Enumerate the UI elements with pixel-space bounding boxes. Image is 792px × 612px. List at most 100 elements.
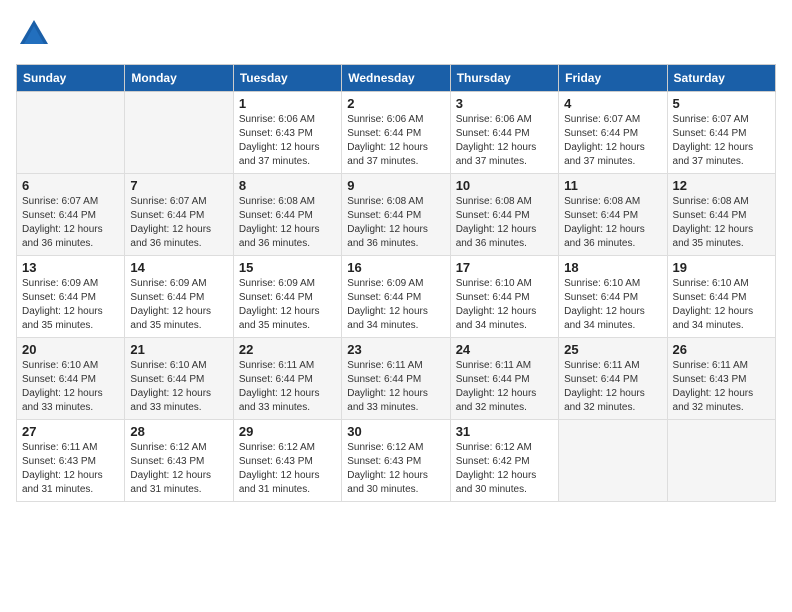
- day-info: Sunrise: 6:12 AM Sunset: 6:43 PM Dayligh…: [239, 441, 336, 497]
- calendar-day-cell: 4 Sunrise: 6:07 AM Sunset: 6:44 PM Daylig…: [559, 92, 667, 174]
- calendar-day-cell: [17, 92, 125, 174]
- calendar-day-cell: 15 Sunrise: 6:09 AM Sunset: 6:44 PM Dayli…: [233, 256, 341, 338]
- calendar-day-cell: 1 Sunrise: 6:06 AM Sunset: 6:43 PM Daylig…: [233, 92, 341, 174]
- calendar-day-cell: 6 Sunrise: 6:07 AM Sunset: 6:44 PM Daylig…: [17, 174, 125, 256]
- calendar-day-cell: 9 Sunrise: 6:08 AM Sunset: 6:44 PM Daylig…: [342, 174, 450, 256]
- calendar-week-row: 6 Sunrise: 6:07 AM Sunset: 6:44 PM Daylig…: [17, 174, 776, 256]
- logo: [16, 16, 56, 52]
- page-header: [16, 16, 776, 52]
- calendar-day-cell: 28 Sunrise: 6:12 AM Sunset: 6:43 PM Dayli…: [125, 420, 233, 502]
- day-number: 19: [673, 260, 770, 275]
- day-number: 5: [673, 96, 770, 111]
- day-info: Sunrise: 6:09 AM Sunset: 6:44 PM Dayligh…: [347, 277, 444, 333]
- day-number: 16: [347, 260, 444, 275]
- day-number: 3: [456, 96, 553, 111]
- calendar-week-row: 27Sunrise: 6:11 AM Sunset: 6:43 PM Dayli…: [17, 420, 776, 502]
- calendar-week-row: 13 Sunrise: 6:09 AM Sunset: 6:44 PM Dayli…: [17, 256, 776, 338]
- calendar-day-cell: 16 Sunrise: 6:09 AM Sunset: 6:44 PM Dayli…: [342, 256, 450, 338]
- weekday-header: Monday: [125, 65, 233, 92]
- calendar-day-cell: 11Sunrise: 6:08 AM Sunset: 6:44 PM Dayli…: [559, 174, 667, 256]
- calendar-day-cell: 5 Sunrise: 6:07 AM Sunset: 6:44 PM Daylig…: [667, 92, 775, 174]
- day-info: Sunrise: 6:07 AM Sunset: 6:44 PM Dayligh…: [130, 195, 227, 251]
- day-number: 10: [456, 178, 553, 193]
- day-number: 23: [347, 342, 444, 357]
- day-number: 29: [239, 424, 336, 439]
- calendar-day-cell: 2 Sunrise: 6:06 AM Sunset: 6:44 PM Daylig…: [342, 92, 450, 174]
- day-number: 4: [564, 96, 661, 111]
- weekday-header: Sunday: [17, 65, 125, 92]
- day-number: 21: [130, 342, 227, 357]
- day-number: 7: [130, 178, 227, 193]
- day-number: 18: [564, 260, 661, 275]
- calendar-day-cell: [125, 92, 233, 174]
- day-info: Sunrise: 6:08 AM Sunset: 6:44 PM Dayligh…: [347, 195, 444, 251]
- calendar-day-cell: 19 Sunrise: 6:10 AM Sunset: 6:44 PM Dayli…: [667, 256, 775, 338]
- calendar-day-cell: 12 Sunrise: 6:08 AM Sunset: 6:44 PM Dayli…: [667, 174, 775, 256]
- day-number: 12: [673, 178, 770, 193]
- day-number: 9: [347, 178, 444, 193]
- calendar-day-cell: 25 Sunrise: 6:11 AM Sunset: 6:44 PM Dayli…: [559, 338, 667, 420]
- day-number: 15: [239, 260, 336, 275]
- day-number: 1: [239, 96, 336, 111]
- calendar-day-cell: 13 Sunrise: 6:09 AM Sunset: 6:44 PM Dayli…: [17, 256, 125, 338]
- day-number: 25: [564, 342, 661, 357]
- day-info: Sunrise: 6:08 AM Sunset: 6:44 PM Dayligh…: [673, 195, 770, 251]
- day-info: Sunrise: 6:06 AM Sunset: 6:44 PM Dayligh…: [456, 113, 553, 169]
- day-number: 11: [564, 178, 661, 193]
- calendar-day-cell: 3 Sunrise: 6:06 AM Sunset: 6:44 PM Daylig…: [450, 92, 558, 174]
- day-info: Sunrise: 6:06 AM Sunset: 6:43 PM Dayligh…: [239, 113, 336, 169]
- day-info: Sunrise: 6:08 AM Sunset: 6:44 PM Dayligh…: [456, 195, 553, 251]
- calendar-day-cell: [667, 420, 775, 502]
- calendar-week-row: 20 Sunrise: 6:10 AM Sunset: 6:44 PM Dayli…: [17, 338, 776, 420]
- day-number: 28: [130, 424, 227, 439]
- day-info: Sunrise: 6:07 AM Sunset: 6:44 PM Dayligh…: [673, 113, 770, 169]
- day-info: Sunrise: 6:07 AM Sunset: 6:44 PM Dayligh…: [22, 195, 119, 251]
- day-info: Sunrise: 6:09 AM Sunset: 6:44 PM Dayligh…: [239, 277, 336, 333]
- day-number: 20: [22, 342, 119, 357]
- day-number: 13: [22, 260, 119, 275]
- calendar-day-cell: 22Sunrise: 6:11 AM Sunset: 6:44 PM Dayli…: [233, 338, 341, 420]
- calendar-day-cell: 31Sunrise: 6:12 AM Sunset: 6:42 PM Dayli…: [450, 420, 558, 502]
- day-info: Sunrise: 6:11 AM Sunset: 6:44 PM Dayligh…: [456, 359, 553, 415]
- calendar-day-cell: 8Sunrise: 6:08 AM Sunset: 6:44 PM Daylig…: [233, 174, 341, 256]
- calendar-day-cell: 27Sunrise: 6:11 AM Sunset: 6:43 PM Dayli…: [17, 420, 125, 502]
- day-info: Sunrise: 6:11 AM Sunset: 6:43 PM Dayligh…: [22, 441, 119, 497]
- calendar-day-cell: 14Sunrise: 6:09 AM Sunset: 6:44 PM Dayli…: [125, 256, 233, 338]
- day-info: Sunrise: 6:11 AM Sunset: 6:43 PM Dayligh…: [673, 359, 770, 415]
- weekday-header: Friday: [559, 65, 667, 92]
- day-info: Sunrise: 6:08 AM Sunset: 6:44 PM Dayligh…: [239, 195, 336, 251]
- day-info: Sunrise: 6:10 AM Sunset: 6:44 PM Dayligh…: [130, 359, 227, 415]
- calendar-day-cell: 21 Sunrise: 6:10 AM Sunset: 6:44 PM Dayli…: [125, 338, 233, 420]
- day-number: 24: [456, 342, 553, 357]
- calendar-day-cell: 10 Sunrise: 6:08 AM Sunset: 6:44 PM Dayli…: [450, 174, 558, 256]
- calendar-day-cell: [559, 420, 667, 502]
- calendar-day-cell: 23 Sunrise: 6:11 AM Sunset: 6:44 PM Dayli…: [342, 338, 450, 420]
- calendar-day-cell: 24 Sunrise: 6:11 AM Sunset: 6:44 PM Dayli…: [450, 338, 558, 420]
- day-number: 30: [347, 424, 444, 439]
- day-info: Sunrise: 6:10 AM Sunset: 6:44 PM Dayligh…: [564, 277, 661, 333]
- calendar-day-cell: 7 Sunrise: 6:07 AM Sunset: 6:44 PM Daylig…: [125, 174, 233, 256]
- calendar-week-row: 1 Sunrise: 6:06 AM Sunset: 6:43 PM Daylig…: [17, 92, 776, 174]
- day-number: 26: [673, 342, 770, 357]
- day-number: 2: [347, 96, 444, 111]
- weekday-header-row: SundayMondayTuesdayWednesdayThursdayFrid…: [17, 65, 776, 92]
- day-info: Sunrise: 6:09 AM Sunset: 6:44 PM Dayligh…: [22, 277, 119, 333]
- day-info: Sunrise: 6:06 AM Sunset: 6:44 PM Dayligh…: [347, 113, 444, 169]
- day-info: Sunrise: 6:12 AM Sunset: 6:43 PM Dayligh…: [347, 441, 444, 497]
- day-info: Sunrise: 6:10 AM Sunset: 6:44 PM Dayligh…: [673, 277, 770, 333]
- weekday-header: Saturday: [667, 65, 775, 92]
- day-info: Sunrise: 6:10 AM Sunset: 6:44 PM Dayligh…: [22, 359, 119, 415]
- calendar: SundayMondayTuesdayWednesdayThursdayFrid…: [16, 64, 776, 502]
- day-number: 17: [456, 260, 553, 275]
- calendar-day-cell: 26 Sunrise: 6:11 AM Sunset: 6:43 PM Dayli…: [667, 338, 775, 420]
- day-number: 6: [22, 178, 119, 193]
- day-info: Sunrise: 6:11 AM Sunset: 6:44 PM Dayligh…: [347, 359, 444, 415]
- day-info: Sunrise: 6:09 AM Sunset: 6:44 PM Dayligh…: [130, 277, 227, 333]
- calendar-day-cell: 29 Sunrise: 6:12 AM Sunset: 6:43 PM Dayli…: [233, 420, 341, 502]
- day-info: Sunrise: 6:07 AM Sunset: 6:44 PM Dayligh…: [564, 113, 661, 169]
- day-info: Sunrise: 6:11 AM Sunset: 6:44 PM Dayligh…: [564, 359, 661, 415]
- calendar-day-cell: 18 Sunrise: 6:10 AM Sunset: 6:44 PM Dayli…: [559, 256, 667, 338]
- calendar-day-cell: 17Sunrise: 6:10 AM Sunset: 6:44 PM Dayli…: [450, 256, 558, 338]
- day-info: Sunrise: 6:12 AM Sunset: 6:43 PM Dayligh…: [130, 441, 227, 497]
- calendar-day-cell: 20 Sunrise: 6:10 AM Sunset: 6:44 PM Dayli…: [17, 338, 125, 420]
